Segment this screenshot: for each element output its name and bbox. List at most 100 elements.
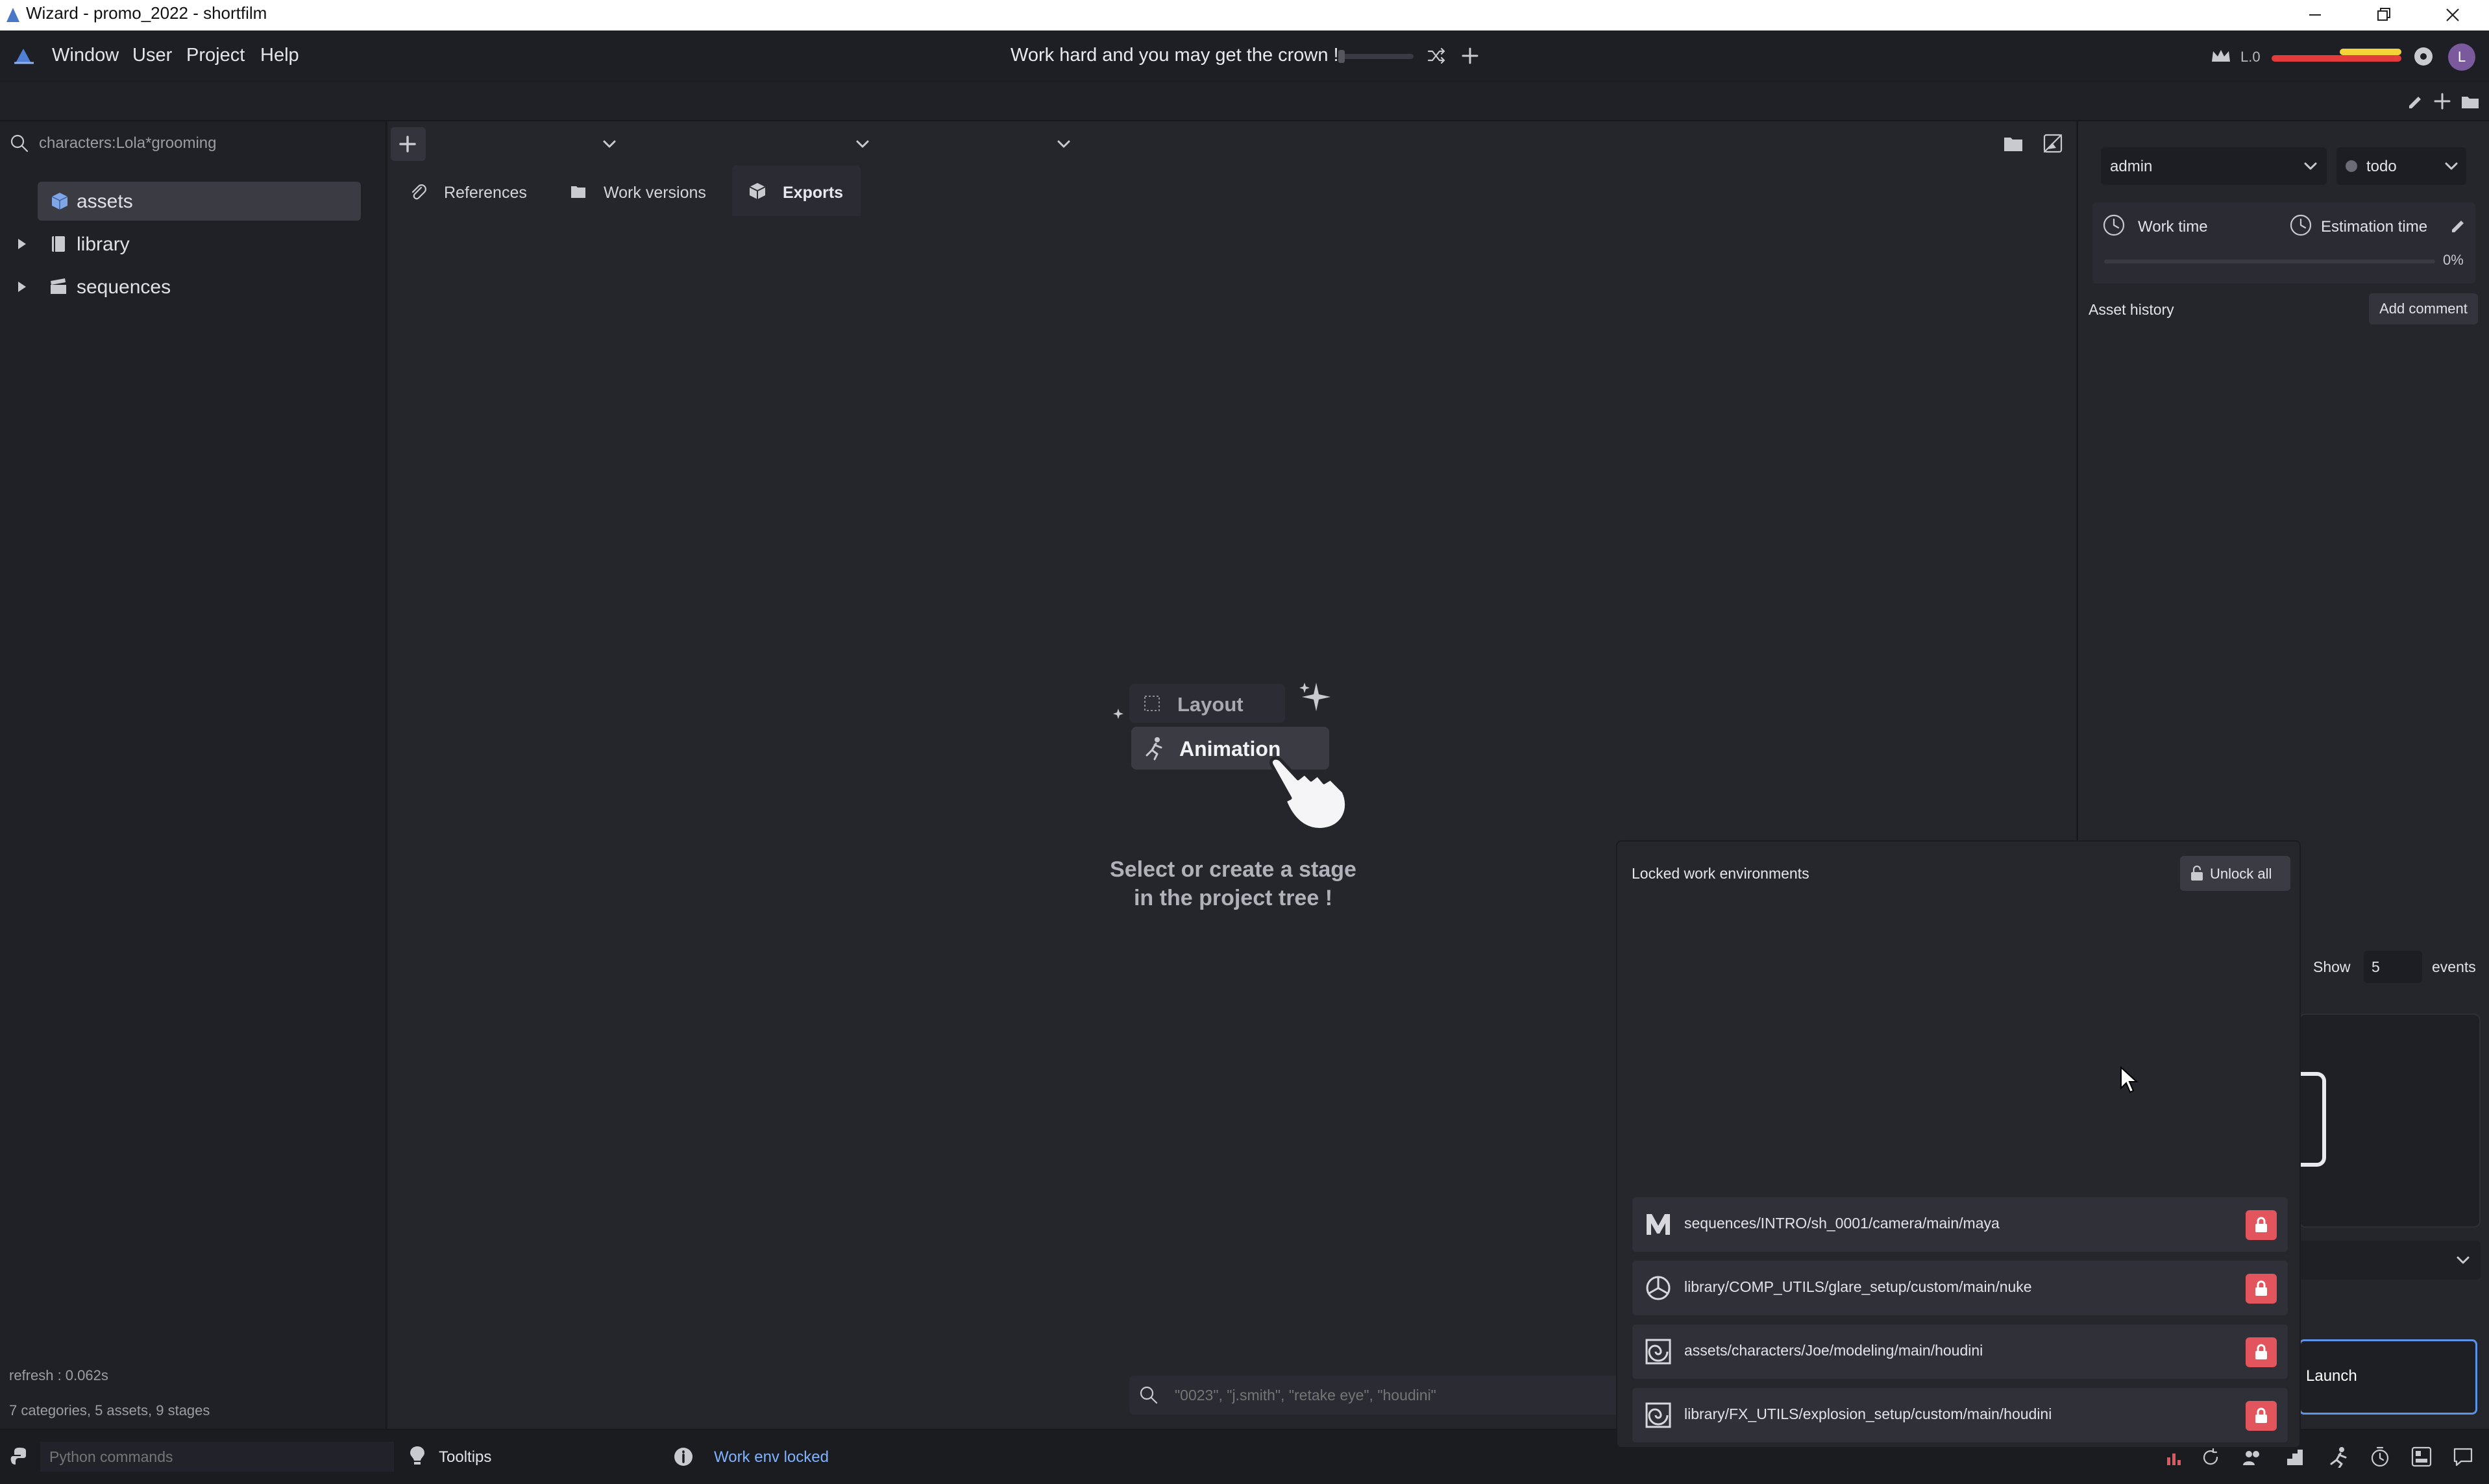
shuffle-icon[interactable] [1425,45,1447,67]
events-count-input[interactable] [2364,951,2422,983]
stage-chip-layout: Layout [1129,684,1285,723]
expand-arrow-icon[interactable] [14,236,30,252]
exports-search-input[interactable] [1173,1382,1628,1408]
tab-label: References [444,184,527,202]
refresh-icon[interactable] [2200,1447,2221,1468]
filter-dropdown-3[interactable] [888,128,1079,159]
stage-chip-label: Layout [1177,693,1244,716]
dashboard-icon[interactable] [2410,1446,2433,1468]
houdini-icon [1645,1402,1671,1428]
tree-item-label: assets [77,191,133,212]
unlock-all-button[interactable]: Unlock all [2180,856,2290,891]
lightbulb-icon[interactable] [408,1444,427,1468]
status-message: Work env locked [714,1448,829,1466]
timer-icon[interactable] [2369,1446,2391,1468]
wizard-logo-icon [14,49,34,64]
time-progress-bar [2104,260,2435,263]
lock-icon [2255,1407,2267,1423]
locked-env-row: library/FX_UTILS/explosion_setup/custom/… [1632,1388,2288,1442]
work-time-label: Work time [2138,218,2208,236]
locked-env-path: sequences/INTRO/sh_0001/camera/main/maya [1684,1215,2000,1232]
state-dot-icon [2346,160,2357,172]
unlock-all-label: Unlock all [2210,866,2272,882]
menu-help[interactable]: Help [260,45,299,66]
chat-icon[interactable] [2452,1446,2474,1468]
menu-window[interactable]: Window [52,45,119,66]
menu-project[interactable]: Project [186,45,245,66]
open-folder-icon[interactable] [2002,133,2024,154]
running-figure-icon [1146,737,1162,760]
menu-user[interactable]: User [132,45,172,66]
locked-env-row: library/COMP_UTILS/glare_setup/custom/ma… [1632,1261,2288,1315]
restore-icon[interactable] [2374,5,2394,25]
quote-slider[interactable] [1338,50,1414,63]
user-avatar[interactable]: L [2448,43,2475,71]
python-icon [10,1448,26,1465]
tab-references[interactable]: References [397,165,546,216]
small-sparkle-icon [1113,709,1123,719]
add-quote-icon[interactable] [1459,45,1481,67]
time-progress-percent: 0% [2443,252,2464,268]
locked-env-row: sequences/INTRO/sh_0001/camera/main/maya [1632,1197,2288,1252]
time-tracking-card: Work time Estimation time 0% [2092,202,2475,284]
expand-arrow-icon[interactable] [14,279,30,295]
level-label: L.0 [2240,49,2261,65]
state-dropdown[interactable]: todo [2336,147,2466,185]
secondary-toolbar [0,82,2489,121]
add-comment-button[interactable]: Add comment [2369,293,2478,324]
edit-estimation-icon[interactable] [2448,215,2468,235]
clock-icon [2103,214,2125,236]
tree-search-input[interactable] [38,130,375,156]
unlock-env-button[interactable] [2246,1210,2277,1240]
team-icon[interactable] [2242,1447,2262,1468]
running-icon[interactable] [2327,1446,2349,1468]
filter-dropdown-1[interactable] [439,128,627,159]
exports-search-bar[interactable] [1129,1376,1649,1415]
menu-bar: Window User Project Help Work hard and y… [0,30,2489,82]
xp-bar-red [2272,55,2401,62]
unlock-env-button[interactable] [2246,1401,2277,1431]
lock-icon [2255,1344,2267,1359]
user-dropdown[interactable]: admin [2101,147,2327,185]
tab-exports[interactable]: Exports [732,165,861,216]
folder-icon[interactable] [2460,91,2481,111]
software-dropdown[interactable] [2299,1241,2481,1280]
maya-icon [1647,1214,1670,1235]
add-icon[interactable] [2433,91,2452,111]
tooltips-label[interactable]: Tooltips [439,1448,491,1466]
tab-work-versions[interactable]: Work versions [559,165,715,216]
crown-icon [2212,50,2230,62]
launch-button[interactable]: Launch [2299,1339,2477,1415]
minimize-icon[interactable] [2305,6,2325,23]
search-icon [1140,1386,1158,1404]
plus-icon [399,136,416,152]
popup-title: Locked work environments [1632,865,1809,882]
python-commands-input[interactable] [40,1442,394,1472]
mouse-cursor-icon [2120,1066,2139,1093]
asset-history-label: Asset history [2089,301,2174,318]
unlock-env-button[interactable] [2246,1337,2277,1367]
locked-env-path: library/COMP_UTILS/glare_setup/custom/ma… [1684,1278,2032,1295]
chart-step-icon[interactable] [2285,1447,2305,1468]
tree-item-library[interactable]: library [0,225,363,263]
tab-label: Exports [783,184,844,202]
image-off-icon[interactable] [2042,132,2064,154]
show-label: Show [2313,958,2351,975]
unlock-env-button[interactable] [2246,1274,2277,1304]
edit-pencil-icon[interactable] [2405,91,2425,111]
close-icon[interactable] [2443,5,2462,25]
empty-state-line-1: Select or create a stage [1110,857,1356,882]
add-stage-button[interactable] [391,127,426,161]
tree-item-assets[interactable]: assets [38,182,361,221]
lock-icon [2255,1280,2267,1296]
settings-gear-icon[interactable] [2412,45,2435,68]
app-logo-icon [6,8,19,22]
user-dropdown-value: admin [2110,158,2153,175]
unlock-icon [2191,865,2203,881]
tree-item-label: library [77,234,130,255]
tree-item-sequences[interactable]: sequences [0,267,363,306]
search-icon [10,134,29,152]
filter-dropdown-2[interactable] [636,128,879,159]
chevron-down-icon [1057,140,1070,148]
bar-chart-icon[interactable] [2164,1448,2184,1468]
